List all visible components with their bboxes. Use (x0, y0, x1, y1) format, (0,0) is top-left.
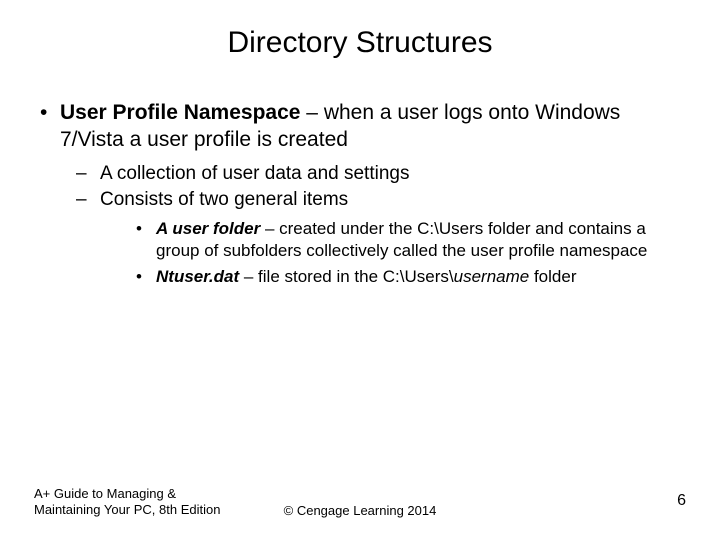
bullet-list-lvl1: User Profile Namespace – when a user log… (36, 100, 684, 288)
page-number: 6 (677, 492, 686, 510)
footer-center: © Cengage Learning 2014 (0, 503, 720, 518)
bullet-lvl3-item: A user folder – created under the C:\Use… (100, 218, 684, 262)
term-user-profile-namespace: User Profile Namespace (60, 101, 300, 124)
term-user-folder: A user folder (156, 219, 260, 238)
lvl3-rest-b1: – file stored in the C:\Users\ (239, 267, 453, 286)
lvl2-text-a: A collection of user data and settings (100, 163, 409, 184)
bullet-lvl1-item: User Profile Namespace – when a user log… (36, 100, 684, 288)
bullet-list-lvl3: A user folder – created under the C:\Use… (100, 218, 684, 287)
term-ntuser-dat: Ntuser.dat (156, 267, 239, 286)
content-area: User Profile Namespace – when a user log… (0, 70, 720, 288)
lvl2-text-b: Consists of two general items (100, 189, 348, 210)
bullet-list-lvl2: A collection of user data and settings C… (60, 162, 684, 288)
bullet-lvl2-item: Consists of two general items A user fol… (60, 188, 684, 288)
page-title: Directory Structures (0, 0, 720, 70)
lvl3-rest-b2: folder (529, 267, 576, 286)
lvl3-rest-b-user: username (454, 267, 530, 286)
bullet-lvl2-item: A collection of user data and settings (60, 162, 684, 186)
bullet-lvl3-item: Ntuser.dat – file stored in the C:\Users… (100, 266, 684, 288)
slide: Directory Structures User Profile Namesp… (0, 0, 720, 540)
